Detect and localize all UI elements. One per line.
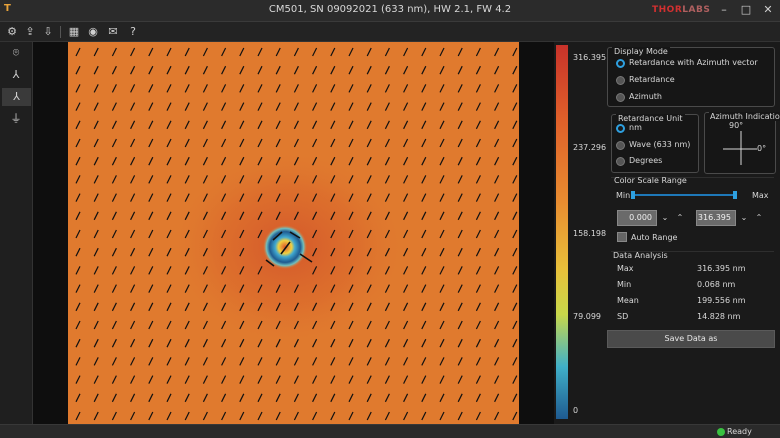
brand-logo: THORLABS bbox=[652, 5, 711, 15]
range-slider-min-handle[interactable] bbox=[631, 191, 635, 199]
color-scale-title: Color Scale Range bbox=[614, 176, 687, 185]
azimuth-0-label: 0° bbox=[757, 144, 767, 153]
retardance-view-icon[interactable]: ⅄ bbox=[2, 88, 31, 106]
stat-value-min: 0.068 nm bbox=[697, 280, 736, 289]
stat-value-mean: 199.556 nm bbox=[697, 296, 746, 305]
minimize-button[interactable]: – bbox=[716, 2, 732, 18]
min-value-input[interactable]: 0.000 bbox=[617, 210, 657, 226]
retardance-unit-group: Retardance Unit nm Wave (633 nm) Degrees bbox=[611, 114, 699, 173]
radio-dot[interactable] bbox=[616, 75, 625, 85]
calibrate-icon[interactable]: ◉ bbox=[85, 24, 101, 40]
camera-settings-icon[interactable]: ▦ bbox=[66, 24, 82, 40]
azimuth-crosshair-icon bbox=[723, 131, 757, 165]
display-mode-group: Display Mode Retardance with Azimuth vec… bbox=[607, 47, 775, 107]
colorbar-tick: 237.296 bbox=[573, 143, 607, 152]
stat-label-mean: Mean bbox=[617, 296, 639, 305]
stat-value-max: 316.395 nm bbox=[697, 264, 746, 273]
connect-icon[interactable]: ⚙ bbox=[4, 24, 20, 40]
radio-dot[interactable] bbox=[616, 92, 625, 102]
colorbar-tick: 158.198 bbox=[573, 229, 607, 238]
data-analysis-title: Data Analysis bbox=[613, 251, 668, 260]
retardance-map[interactable] bbox=[68, 42, 519, 424]
axis-view-icon[interactable]: ⅄ bbox=[6, 66, 26, 84]
radio-dot-selected[interactable] bbox=[616, 58, 625, 68]
measure-view-icon[interactable]: ⏚ bbox=[6, 110, 26, 128]
color-scale-bar bbox=[556, 45, 568, 419]
colorbar-tick: 316.395 bbox=[573, 53, 607, 62]
stat-label-min: Min bbox=[617, 280, 632, 289]
stat-label-sd: SD bbox=[617, 312, 629, 321]
maximize-button[interactable]: □ bbox=[738, 2, 754, 18]
min-down-button[interactable]: ⌄ bbox=[658, 210, 672, 226]
azimuth-90-label: 90° bbox=[729, 121, 744, 130]
range-slider-max-handle[interactable] bbox=[733, 191, 737, 199]
radio-degrees[interactable]: Degrees bbox=[616, 156, 662, 168]
colorbar-tick: 79.099 bbox=[573, 312, 601, 321]
close-button[interactable]: ✕ bbox=[760, 2, 776, 18]
min-up-button[interactable]: ⌃ bbox=[673, 210, 687, 226]
export-icon[interactable]: ⇪ bbox=[22, 24, 38, 40]
radio-nm[interactable]: nm bbox=[616, 123, 642, 135]
help-icon[interactable]: ? bbox=[125, 24, 141, 40]
max-value-input[interactable]: 316.395 bbox=[696, 210, 736, 226]
radio-dot[interactable] bbox=[616, 140, 625, 150]
retardance-map-viewer[interactable] bbox=[33, 42, 554, 424]
radio-azimuth[interactable]: Azimuth bbox=[616, 92, 662, 104]
min-label: Min bbox=[616, 191, 631, 200]
status-bar: Ready bbox=[0, 424, 780, 438]
title-bar: T CM501, SN 09092021 (633 nm), HW 2.1, F… bbox=[0, 0, 780, 22]
import-icon[interactable]: ⇩ bbox=[40, 24, 56, 40]
radio-retardance[interactable]: Retardance bbox=[616, 75, 675, 87]
display-mode-title: Display Mode bbox=[612, 47, 670, 56]
azimuth-indication-title: Azimuth Indication bbox=[709, 112, 780, 121]
save-data-button[interactable]: Save Data as bbox=[607, 330, 775, 348]
stat-label-max: Max bbox=[617, 264, 634, 273]
toolbar-separator bbox=[60, 26, 61, 38]
radio-dot[interactable] bbox=[616, 156, 625, 166]
azimuth-indication-group: Azimuth Indication 90° 0° bbox=[704, 112, 780, 174]
max-label: Max bbox=[752, 191, 769, 200]
radio-wave[interactable]: Wave (633 nm) bbox=[616, 140, 690, 152]
camera-view-icon[interactable]: ⌾ bbox=[6, 44, 26, 62]
max-down-button[interactable]: ⌄ bbox=[737, 210, 751, 226]
auto-range-label: Auto Range bbox=[631, 233, 678, 242]
range-slider-track[interactable] bbox=[633, 194, 735, 196]
radio-retardance-azimuth[interactable]: Retardance with Azimuth vector bbox=[616, 58, 758, 70]
colorbar-tick: 0 bbox=[573, 406, 579, 415]
toolbar: ⚙ ⇪ ⇩ ▦ ◉ ✉ ? bbox=[0, 22, 780, 42]
status-text: Ready bbox=[727, 427, 752, 436]
retardance-unit-title: Retardance Unit bbox=[616, 114, 685, 123]
auto-range-checkbox[interactable] bbox=[617, 232, 627, 242]
radio-dot-selected[interactable] bbox=[616, 123, 625, 133]
left-sidebar: ⌾ ⅄ ⅄ ⏚ bbox=[0, 42, 33, 424]
max-up-button[interactable]: ⌃ bbox=[752, 210, 766, 226]
stat-value-sd: 14.828 nm bbox=[697, 312, 741, 321]
ready-indicator-icon bbox=[717, 428, 725, 436]
report-icon[interactable]: ✉ bbox=[105, 24, 121, 40]
